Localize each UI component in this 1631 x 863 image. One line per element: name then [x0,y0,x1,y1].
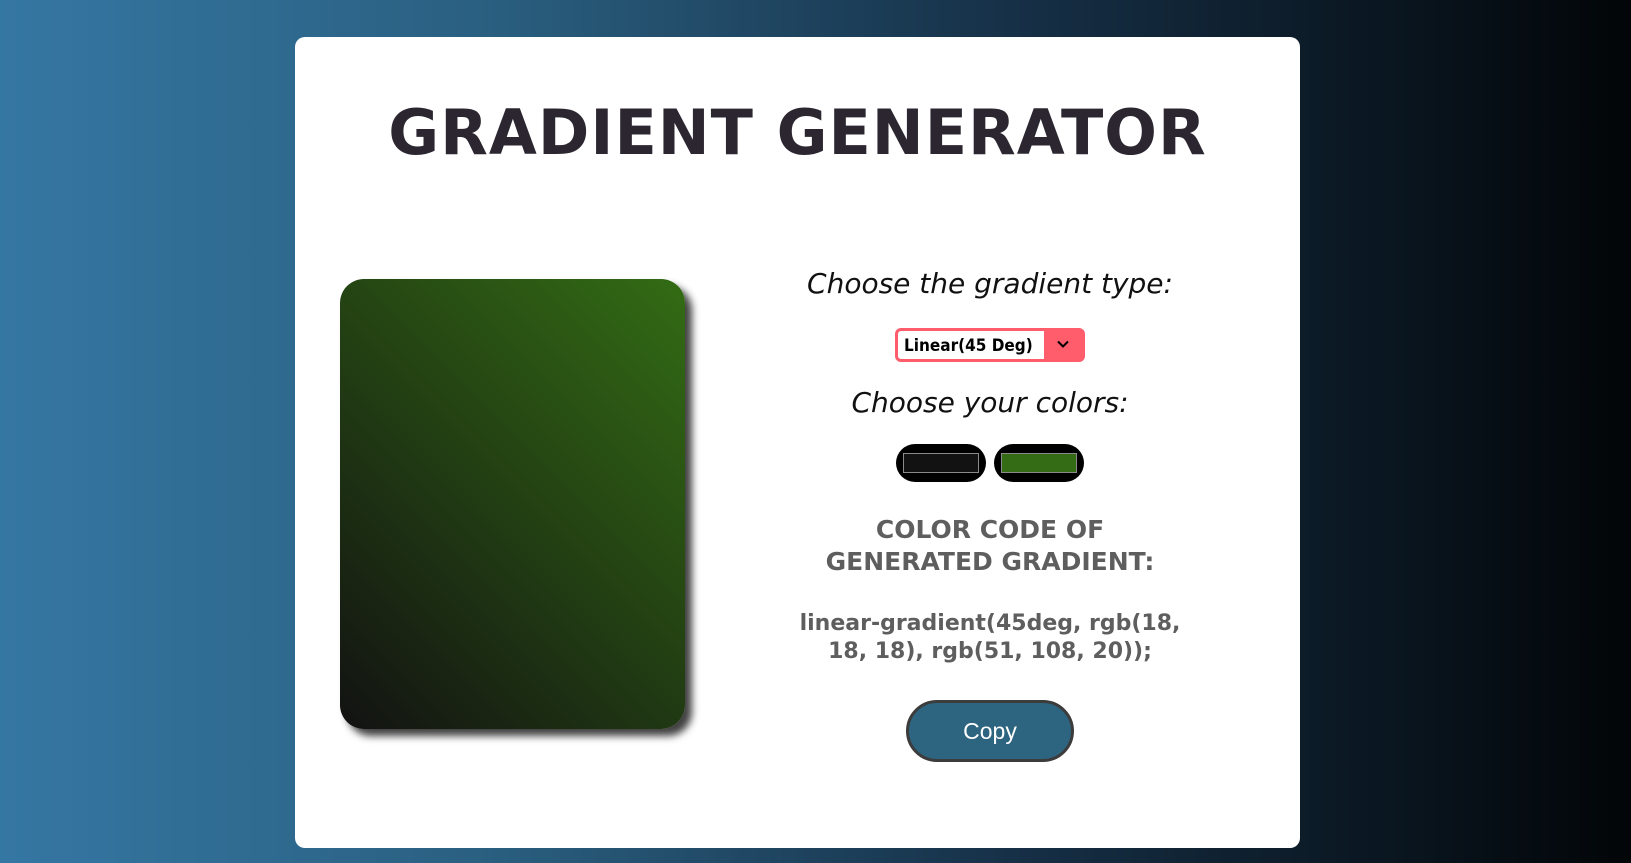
color-swatch-end [1001,453,1077,473]
colors-label: Choose your colors: [851,386,1129,419]
generator-card: GRADIENT GENERATOR Choose the gradient t… [295,37,1300,848]
gradient-preview [340,279,685,729]
color-picker-end[interactable] [994,444,1084,482]
gradient-type-label: Choose the gradient type: [807,267,1173,300]
gradient-type-select[interactable]: Linear(45 Deg) [895,328,1085,362]
color-code-heading: COLOR CODE OF GENERATED GRADIENT: [825,515,1155,576]
controls-panel: Choose the gradient type: Linear(45 Deg)… [740,267,1240,762]
chevron-down-icon [1057,340,1069,348]
color-swatch-start [903,453,979,473]
gradient-type-selected: Linear(45 Deg) [904,336,1033,356]
color-pickers [740,444,1240,484]
select-arrow-button[interactable] [1044,331,1082,359]
page-title: GRADIENT GENERATOR [388,96,1207,169]
color-picker-start[interactable] [896,444,986,482]
color-code-output: linear-gradient(45deg, rgb(18, 18, 18), … [799,611,1181,664]
copy-button[interactable]: Copy [906,700,1074,762]
